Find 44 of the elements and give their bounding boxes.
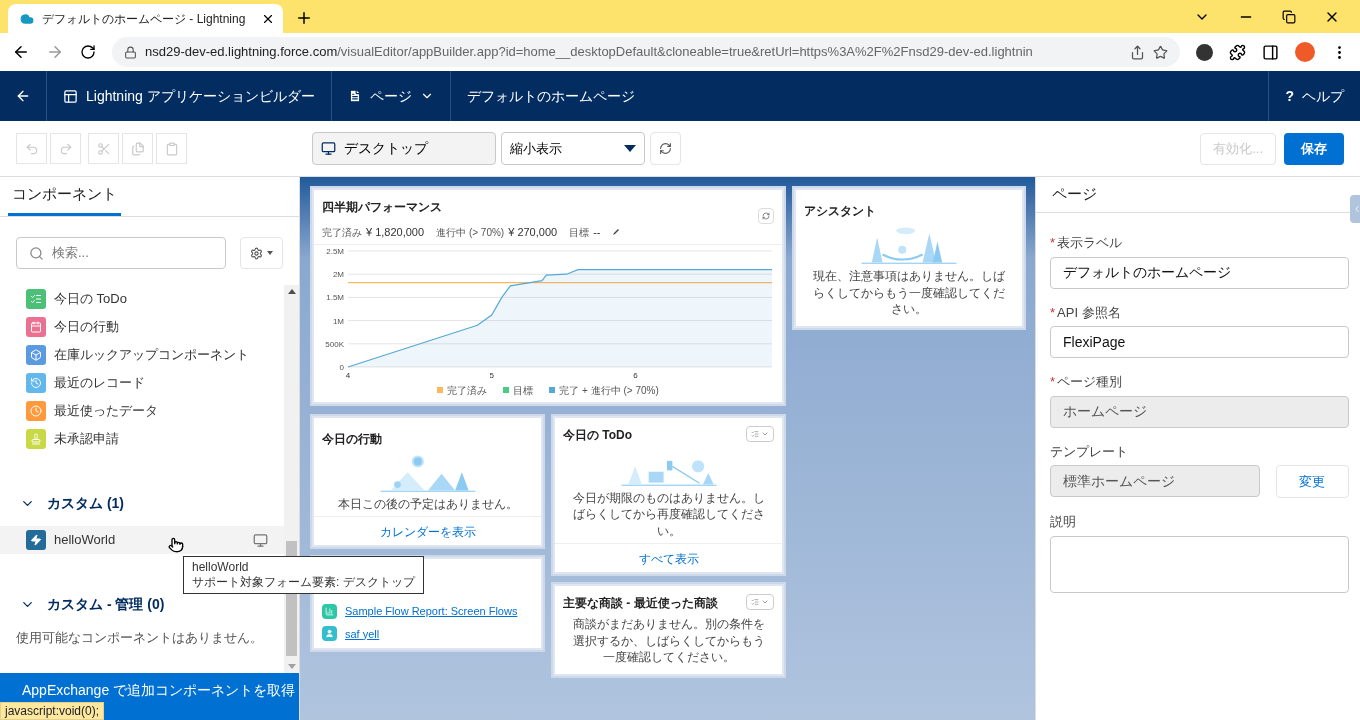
panel-title: ページ [1052, 184, 1097, 205]
axis-label: 6 [633, 370, 638, 380]
tooltip-text: サポート対象フォーム要素: デスクトップ [192, 575, 415, 590]
field-label: ページ種別 [1057, 373, 1123, 391]
stat-value: ¥ 270,000 [508, 225, 558, 240]
empty-message: 現在、注意事項はありません。しばらくしてからもう一度確認してください。 [812, 268, 1006, 318]
stat-value: ¥ 1,820,000 [366, 225, 425, 240]
page-name: デフォルトのホームページ [466, 86, 635, 106]
required-mark: * [1050, 234, 1056, 252]
axis-label: 2.5M [326, 246, 344, 256]
status-url: javascript:void(0); [5, 703, 100, 720]
stat-label: 目標 [569, 225, 590, 240]
url-text: nsd29-dev-ed.lightning.force.com/visualEditor/appBuilder.app?id=home__desktopDefault&cloneable=true&retUrl=https%3A%2F%2Fnsd29-dev-ed.lightnin [145, 43, 1033, 62]
tooltip-title: helloWorld [192, 560, 250, 575]
legend-label: 目標 [513, 383, 534, 398]
stat-value: -- [593, 225, 601, 240]
required-mark: * [1050, 303, 1056, 322]
empty-message: 商談がまだありません。別の条件を選択するか、しばらくしてからもう一度確認してください。 [571, 616, 766, 666]
field-label: API 参照名 [1057, 303, 1121, 322]
axis-label: 4 [345, 370, 351, 380]
axis-label: 2M [332, 269, 344, 279]
field-label: 表示ラベル [1057, 234, 1123, 252]
app-title: Lightning アプリケーションビルダー [86, 86, 315, 106]
legend-label: 完了 + 進行中 (> 70%) [559, 383, 659, 398]
axis-label: 1.5M [326, 292, 344, 302]
empty-message: 本日この後の予定はありません。 [336, 495, 519, 512]
field-label: 説明 [1050, 513, 1076, 531]
card-title: 今日の ToDo [563, 426, 633, 444]
required-mark: * [1050, 373, 1056, 391]
stat-label: 進行中 (> 70%) [436, 225, 505, 240]
field-label: テンプレート [1050, 442, 1128, 461]
card-title: 今日の行動 [322, 431, 382, 446]
card-title: 主要な商談 - 最近使った商談 [563, 595, 718, 612]
tab-title: デフォルトのホームページ - Lightning [42, 10, 246, 28]
legend-label: 完了済み [447, 383, 488, 398]
axis-label: 5 [489, 370, 494, 380]
empty-message: 使用可能なコンポーネントはありません。 [15, 629, 264, 647]
axis-label: 500K [325, 339, 344, 349]
card-title: アシスタント [804, 204, 876, 218]
card-title: 四半期パフォーマンス [322, 199, 442, 216]
stat-label: 完了済み [322, 225, 362, 240]
axis-label: 1M [332, 316, 344, 326]
empty-message: 今日が期限のものはありません。しばらくしてから再度確認してください。 [571, 489, 766, 539]
axis-label: 0 [339, 362, 344, 372]
